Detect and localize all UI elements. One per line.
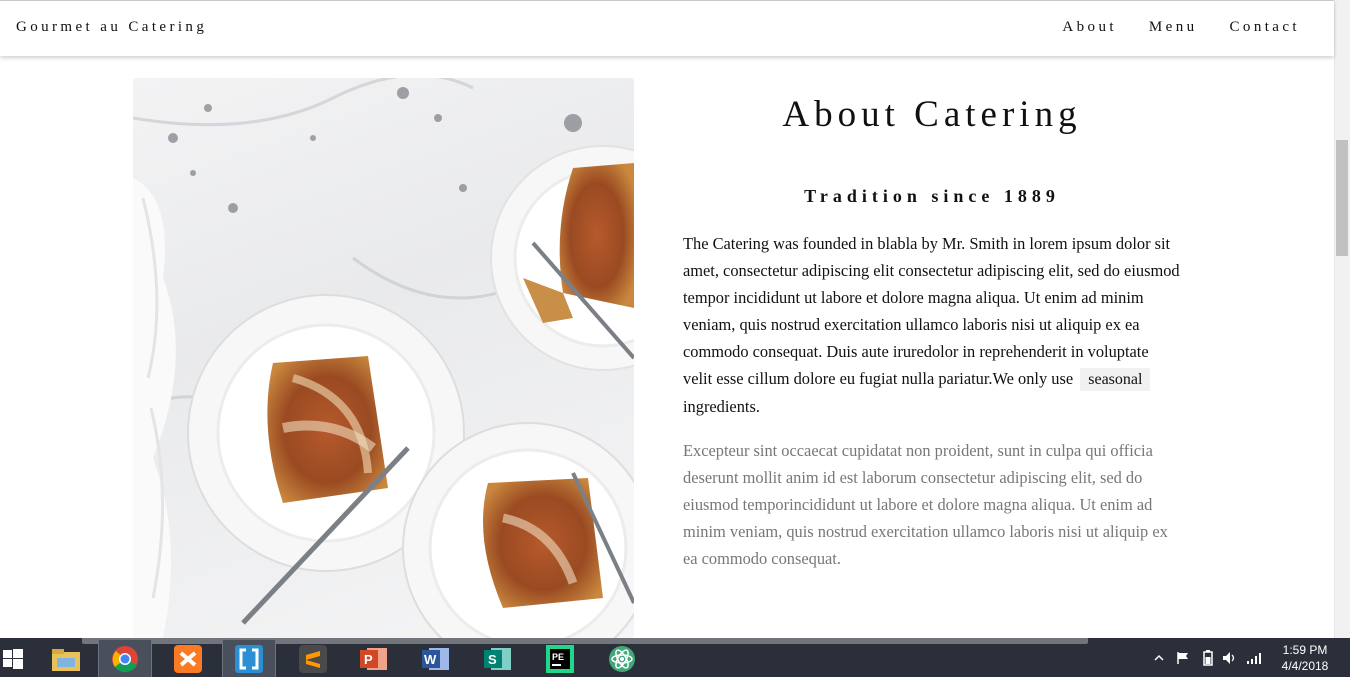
word-icon[interactable]: W xyxy=(410,640,462,677)
svg-text:S: S xyxy=(488,652,497,667)
seasonal-tag: seasonal xyxy=(1080,368,1151,391)
nav-links: About Menu Contact xyxy=(1030,19,1300,36)
tray-overflow-chevron-icon[interactable] xyxy=(1154,638,1164,677)
subtitle: Tradition since 1889 xyxy=(804,186,1060,206)
clock-date: 4/4/2018 xyxy=(1281,659,1329,673)
xampp-icon[interactable] xyxy=(162,640,214,677)
nav-link-menu[interactable]: Menu xyxy=(1149,19,1198,36)
system-clock[interactable]: 1:59 PM 4/4/2018 xyxy=(1270,642,1340,674)
about-paragraph: The Catering was founded in blabla by Mr… xyxy=(683,230,1181,420)
chrome-icon[interactable] xyxy=(98,639,152,677)
svg-text:W: W xyxy=(424,652,437,667)
powerpoint-icon[interactable]: P xyxy=(348,640,400,677)
about-paragraph-text: The Catering was founded in blabla by Mr… xyxy=(683,234,1180,388)
svg-text:PE: PE xyxy=(552,652,564,662)
action-center-flag-icon[interactable] xyxy=(1176,638,1190,677)
about-paragraph-end: ingredients. xyxy=(683,397,760,416)
catering-food-photo xyxy=(133,78,634,638)
page-scrollbar-thumb[interactable] xyxy=(1336,140,1348,256)
battery-icon[interactable] xyxy=(1200,638,1216,677)
atom-icon[interactable] xyxy=(596,640,648,677)
sublime-text-icon[interactable] xyxy=(287,640,339,677)
brackets-icon[interactable] xyxy=(222,639,276,677)
file-explorer-icon[interactable] xyxy=(40,640,92,677)
page-title: About Catering xyxy=(782,94,1082,135)
nav-link-contact[interactable]: Contact xyxy=(1230,19,1300,36)
brand-logo-text[interactable]: Gourmet au Catering xyxy=(16,19,207,36)
page-scrollbar-track[interactable] xyxy=(1334,0,1350,638)
svg-text:P: P xyxy=(364,652,373,667)
pycharm-edu-icon[interactable]: PE xyxy=(534,640,586,677)
windows-start-icon[interactable] xyxy=(0,640,26,677)
nav-link-about[interactable]: About xyxy=(1062,19,1117,36)
secondary-paragraph: Excepteur sint occaecat cupidatat non pr… xyxy=(683,441,1168,568)
clock-time: 1:59 PM xyxy=(1282,643,1328,657)
os-taskbar: P W S PE 1:59 PM 4/4/2018 xyxy=(0,638,1350,677)
top-navbar: Gourmet au Catering About Menu Contact xyxy=(0,0,1334,56)
sway-icon[interactable]: S xyxy=(472,640,524,677)
wifi-signal-icon[interactable] xyxy=(1246,638,1264,677)
volume-icon[interactable] xyxy=(1222,638,1238,677)
